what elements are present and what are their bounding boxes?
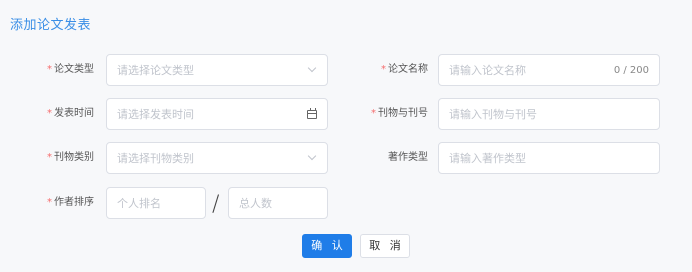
paper-type-label-text: 论文类型 [54,64,94,75]
total-authors-placeholder: 总人数 [239,197,272,210]
journal-category-label: * 刊物类别 [20,143,94,173]
author-rank-label-text: 作者排序 [54,197,94,208]
publish-time-datepicker[interactable]: 请选择发表时间 [106,98,328,130]
journal-issue-label: * 刊物与刊号 [350,99,428,129]
required-marker: * [47,108,52,119]
journal-issue-label-text: 刊物与刊号 [378,108,428,119]
chevron-down-icon [307,63,317,73]
journal-issue-placeholder: 请输入刊物与刊号 [449,108,537,121]
journal-category-label-text: 刊物类别 [54,152,94,163]
work-type-input[interactable]: 请输入著作类型 [438,142,660,174]
paper-name-input[interactable]: 请输入论文名称 0 / 200 [438,54,660,86]
work-type-label-text: 著作类型 [388,152,428,163]
journal-category-select[interactable]: 请选择刊物类别 [106,142,328,174]
paper-name-label: * 论文名称 [350,55,428,85]
work-type-placeholder: 请输入著作类型 [449,152,526,165]
required-marker: * [47,152,52,163]
confirm-button[interactable]: 确 认 [302,234,352,258]
paper-type-label: * 论文类型 [20,55,94,85]
journal-category-placeholder: 请选择刊物类别 [117,152,194,165]
cancel-button[interactable]: 取 消 [360,234,410,258]
rank-separator: / [212,192,220,217]
required-marker: * [381,64,386,75]
author-rank-label: * 作者排序 [20,188,94,218]
char-counter: 0 / 200 [613,64,649,76]
required-marker: * [371,108,376,119]
journal-issue-input[interactable]: 请输入刊物与刊号 [438,98,660,130]
chevron-down-icon [307,151,317,161]
publish-time-placeholder: 请选择发表时间 [117,108,194,121]
paper-type-select[interactable]: 请选择论文类型 [106,54,328,86]
personal-rank-placeholder: 个人排名 [117,197,161,210]
publish-time-label: * 发表时间 [20,99,94,129]
personal-rank-input[interactable]: 个人排名 [106,187,206,219]
required-marker: * [47,64,52,75]
work-type-label: 著作类型 [350,143,428,173]
page-title: 添加论文发表 [10,18,92,33]
publish-time-label-text: 发表时间 [54,108,94,119]
paper-name-label-text: 论文名称 [388,64,428,75]
paper-type-placeholder: 请选择论文类型 [117,64,194,77]
paper-name-placeholder: 请输入论文名称 [449,64,526,77]
total-authors-input[interactable]: 总人数 [228,187,328,219]
calendar-icon[interactable] [307,107,317,119]
required-marker: * [47,197,52,208]
